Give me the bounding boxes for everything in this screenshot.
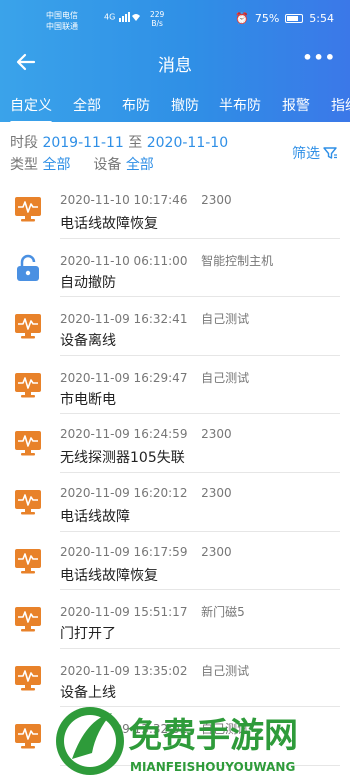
start-date[interactable]: 2019-11-11 [42, 135, 123, 151]
to-label: 至 [128, 135, 143, 151]
type-value[interactable]: 全部 [42, 157, 70, 173]
network-type: 4G [104, 12, 116, 22]
filter-button[interactable]: 筛选 [292, 143, 338, 163]
message-meta: 2020-11-09 13:35:02 自己测试 [60, 662, 249, 679]
watermark: 免费手游网 MIANFEISHOUYOUWANG [56, 707, 298, 775]
message-text: 电话线故障恢复 [60, 216, 158, 232]
tab-arm[interactable]: 布防 [122, 95, 150, 115]
message-time: 2020-11-10 06:11:00 [60, 253, 188, 268]
message-item[interactable]: 2020-11-09 15:51:17 新门磁5 门打开了 [0, 590, 350, 649]
message-item[interactable]: 2020-11-09 16:20:12 2300 电话线故障 [0, 473, 350, 532]
message-item[interactable]: 2020-11-10 10:17:46 2300 电话线故障恢复 [0, 180, 350, 239]
watermark-logo [56, 707, 124, 775]
message-meta: 2020-11-09 16:24:59 2300 [60, 427, 232, 441]
message-time: 2020-11-09 16:29:47 [60, 370, 188, 385]
monitor-alarm-icon [15, 431, 41, 456]
message-meta: 2020-11-09 16:17:59 2300 [60, 545, 232, 559]
message-source: 2300 [201, 544, 232, 559]
message-source: 2300 [201, 485, 232, 500]
filter-label: 筛选 [292, 146, 320, 162]
message-text: 市电断电 [60, 391, 116, 408]
monitor-alarm-icon [15, 197, 41, 222]
message-text: 门打开了 [60, 626, 116, 643]
carrier-2: 中国联通 [46, 22, 78, 31]
device-label: 设备 [93, 157, 122, 173]
message-item[interactable]: 2020-11-09 16:17:59 2300 电话线故障恢复 [0, 532, 350, 591]
carrier-1: 中国电信 [46, 11, 78, 20]
battery-percent: 75% [254, 12, 280, 25]
period-label: 时段 [10, 135, 38, 151]
battery-icon [285, 14, 304, 23]
tab-alarm[interactable]: 报警 [282, 95, 310, 115]
message-meta: 2020-11-09 16:32:41 自己测试 [60, 310, 249, 327]
message-meta: 2020-11-09 16:29:47 自己测试 [60, 369, 249, 386]
message-source: 2300 [201, 427, 232, 442]
unlock-icon [17, 254, 39, 281]
message-item[interactable]: 2020-11-10 06:11:00 智能控制主机 自动撤防 [0, 239, 350, 298]
funnel-icon [323, 147, 337, 159]
message-meta: 2020-11-10 06:11:00 智能控制主机 [60, 252, 273, 269]
tab-all[interactable]: 全部 [73, 95, 101, 115]
message-text: 自动撤防 [60, 274, 116, 291]
message-item[interactable]: 2020-11-09 16:32:41 自己测试 设备离线 [0, 297, 350, 356]
message-text: 电话线故障 [60, 508, 130, 525]
status-right: ⏰ 75% 5:54 [235, 12, 334, 25]
end-date[interactable]: 2020-11-10 [147, 135, 228, 151]
more-menu-icon[interactable]: ••• [302, 48, 336, 67]
message-time: 2020-11-09 13:35:02 [60, 663, 188, 678]
monitor-alarm-icon [15, 665, 41, 691]
period-row: 时段 2019-11-11 至 2020-11-10 [10, 132, 228, 152]
watermark-title: 免费手游网 [128, 716, 298, 756]
message-time: 2020-11-09 15:51:17 [60, 605, 188, 620]
message-time: 2020-11-09 16:24:59 [60, 427, 188, 442]
monitor-alarm-icon [15, 607, 41, 632]
tab-custom[interactable]: 自定义 [10, 95, 52, 122]
app-bar: 消息 ••• [0, 40, 350, 86]
message-item[interactable]: 2020-11-09 16:29:47 自己测试 市电断电 [0, 356, 350, 415]
status-bar: 中国电信 中国联通 4G 229 B/s ⏰ 75% 5:54 [0, 0, 350, 40]
page-title: 消息 [158, 56, 192, 76]
net-speed: 229 B/s [150, 10, 165, 28]
alarm-clock-icon: ⏰ [235, 12, 249, 25]
monitor-alarm-icon [15, 489, 41, 515]
tab-fingerprint[interactable]: 指纹 [331, 95, 350, 115]
signal-icon: 4G [104, 12, 148, 22]
message-text: 无线探测器105失联 [60, 450, 185, 467]
message-time: 2020-11-09 16:32:41 [60, 312, 188, 327]
carrier-info: 中国电信 中国联通 [46, 10, 78, 32]
tab-bar: 自定义 全部 布防 撤防 半布防 报警 指纹 [0, 86, 350, 122]
monitor-alarm-icon [15, 314, 41, 339]
message-source: 智能控制主机 [201, 253, 274, 268]
message-text: 电话线故障恢复 [60, 567, 158, 584]
monitor-alarm-icon [15, 548, 41, 574]
tab-disarm[interactable]: 撤防 [171, 95, 199, 115]
message-source: 自己测试 [201, 663, 250, 678]
message-item[interactable]: 2020-11-09 16:24:59 2300 无线探测器105失联 [0, 414, 350, 473]
message-time: 2020-11-09 16:20:12 [60, 485, 188, 500]
message-meta: 2020-11-10 10:17:46 2300 [60, 193, 232, 207]
message-source: 新门磁5 [201, 605, 245, 620]
filter-panel: 时段 2019-11-11 至 2020-11-10 类型 全部 设备 全部 筛… [0, 122, 350, 180]
message-time: 2020-11-09 16:17:59 [60, 544, 188, 559]
watermark-subtitle: MIANFEISHOUYOUWANG [130, 760, 295, 774]
message-source: 自己测试 [201, 370, 250, 385]
message-meta: 2020-11-09 15:51:17 新门磁5 [60, 603, 245, 620]
tab-half-arm[interactable]: 半布防 [219, 95, 261, 115]
clock-time: 5:54 [309, 12, 334, 25]
message-source: 2300 [201, 193, 232, 207]
monitor-alarm-icon [15, 372, 41, 398]
message-text: 设备离线 [60, 333, 116, 350]
device-value[interactable]: 全部 [126, 157, 154, 173]
type-label: 类型 [10, 157, 38, 173]
message-source: 自己测试 [201, 312, 250, 327]
message-time: 2020-11-10 10:17:46 [60, 193, 188, 207]
type-row: 类型 全部 设备 全部 [10, 154, 154, 174]
message-meta: 2020-11-09 16:20:12 2300 [60, 486, 232, 500]
message-list: 2020-11-10 10:17:46 2300 电话线故障恢复 2020-11… [0, 180, 350, 766]
